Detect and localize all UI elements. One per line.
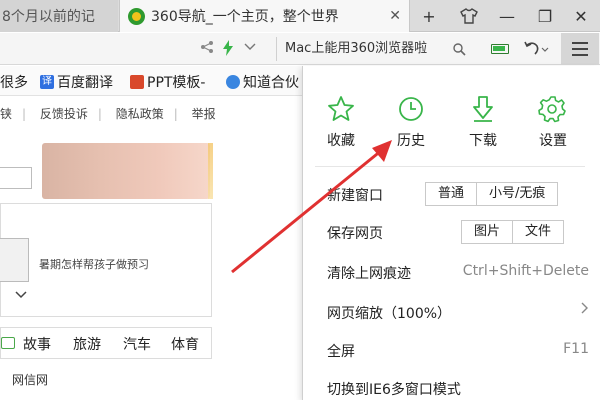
zoom-item[interactable]: 网页缩放（100%） [327,298,589,326]
main-menu-dropdown: 收藏 历史 下载 设置 新建窗口 普通 小号/无痕 保存网页 图片 文件 清除上… [302,66,600,400]
share-icon[interactable] [200,40,214,58]
link-feedback[interactable]: 反馈投诉 [40,107,88,121]
divider [315,166,585,167]
fullscreen-shortcut: F11 [563,341,589,357]
category-story[interactable]: 故事 [23,334,51,354]
new-window-row: 新建窗口 普通 小号/无痕 [327,180,589,208]
footer-links: 铗 | 反馈投诉 | 隐私政策 | 举报 [0,105,226,122]
favorites-label: 收藏 [327,133,355,149]
undo-icon[interactable] [523,39,549,61]
downloads-button[interactable]: 下载 [453,94,513,150]
360-logo-icon [128,7,145,25]
tab-title: 360导航_一个主页，整个世界 [151,9,339,25]
page-content: 铗 | 反馈投诉 | 隐私政策 | 举报 暑期怎样帮孩子做预习 故事 旅游 汽车 体育… [0,97,310,400]
story-icon [1,337,15,349]
thumbnail-image[interactable] [0,238,29,282]
close-window-button[interactable]: ✕ [562,0,600,32]
bookmarks-bar: 很多 译 百度翻译 PPT模板- 知道合伙 [0,66,310,96]
link-privacy[interactable]: 隐私政策 [116,107,164,121]
category-travel[interactable]: 旅游 [73,334,101,354]
new-window-label: 新建窗口 [327,188,383,204]
bookmark-zhidao[interactable]: 知道合伙 [226,72,299,92]
clear-traces-item[interactable]: 清除上网痕迹 Ctrl+Shift+Delete [327,258,589,286]
footer-text[interactable]: 网信网 [12,371,48,388]
link-item[interactable]: 铗 [0,107,12,121]
search-text: Mac上能用360浏览器啦 [285,41,428,56]
minimize-button[interactable]: — [488,0,526,32]
divider: | [97,107,102,121]
news-caption[interactable]: 暑期怎样帮孩子做预习 [39,256,149,272]
tab-active[interactable]: 360导航_一个主页，整个世界 ✕ [119,0,410,32]
bookmark-label: 很多 [0,75,28,91]
save-as-image-button[interactable]: 图片 [462,221,512,243]
search-input[interactable]: Mac上能用360浏览器啦 [276,37,472,61]
tab-bar: 8个月以前的记 360导航_一个主页，整个世界 ✕ + — ❐ ✕ [0,0,600,32]
star-icon [311,94,371,128]
new-window-normal-button[interactable]: 普通 [426,183,476,205]
clear-traces-shortcut: Ctrl+Shift+Delete [462,263,589,279]
divider: | [173,107,178,121]
clock-icon [381,94,441,128]
favorites-button[interactable]: 收藏 [311,94,371,150]
save-as-file-button[interactable]: 文件 [512,221,563,243]
category-bar: 故事 旅游 汽车 体育 [0,327,212,359]
save-page-options: 图片 文件 [461,220,565,244]
content-panel: 暑期怎样帮孩子做预习 [0,203,212,317]
menu-line-icon [572,54,588,56]
divider: | [22,107,27,121]
text-field[interactable] [0,167,32,189]
fullscreen-label: 全屏 [327,344,355,360]
lightning-icon[interactable] [222,40,234,60]
skin-shirt-icon[interactable] [450,0,488,32]
ie6-mode-label: 切换到IE6多窗口模式 [327,382,461,398]
downloads-label: 下载 [469,133,497,149]
maximize-button[interactable]: ❐ [526,0,564,32]
chevron-down-icon[interactable] [15,290,27,303]
save-page-row: 保存网页 图片 文件 [327,218,589,246]
fullscreen-item[interactable]: 全屏 F11 [327,336,589,364]
ie6-mode-item[interactable]: 切换到IE6多窗口模式 [327,374,589,400]
bookmark-label: 百度翻译 [57,75,113,91]
ppt-icon [130,75,144,89]
tab-title: 8个月以前的记 [2,9,95,25]
address-bar: Mac上能用360浏览器啦 [0,33,600,65]
main-menu-button[interactable] [561,33,599,65]
history-label: 历史 [397,133,425,149]
blurred-image [42,143,213,199]
clear-traces-label: 清除上网痕迹 [327,266,411,282]
translate-icon: 译 [40,75,54,89]
chevron-right-icon [581,302,589,318]
zoom-label: 网页缩放（100%） [327,306,452,322]
bookmark-baidu-translate[interactable]: 译 百度翻译 [40,72,113,92]
gear-icon [523,94,583,128]
battery-icon[interactable] [491,44,509,54]
tab-previous[interactable]: 8个月以前的记 [0,0,118,32]
search-icon[interactable] [453,37,466,65]
close-tab-icon[interactable]: ✕ [389,8,401,24]
menu-line-icon [572,42,588,44]
new-window-options: 普通 小号/无痕 [425,182,559,206]
bookmark-item[interactable]: 很多 [0,72,28,92]
category-sports[interactable]: 体育 [171,334,199,354]
new-tab-button[interactable]: + [410,0,448,32]
settings-button[interactable]: 设置 [523,94,583,150]
chevron-down-icon[interactable] [244,40,256,56]
category-auto[interactable]: 汽车 [123,334,151,354]
bookmark-label: PPT模板- [147,75,206,91]
download-icon [453,94,513,128]
history-button[interactable]: 历史 [381,94,441,150]
menu-line-icon [572,48,588,50]
paw-icon [226,75,240,89]
bookmark-ppt[interactable]: PPT模板- [130,72,206,92]
new-window-private-button[interactable]: 小号/无痕 [476,183,557,205]
save-page-label: 保存网页 [327,226,383,242]
bookmark-label: 知道合伙 [243,75,299,91]
settings-label: 设置 [539,133,567,149]
link-report[interactable]: 举报 [192,107,216,121]
